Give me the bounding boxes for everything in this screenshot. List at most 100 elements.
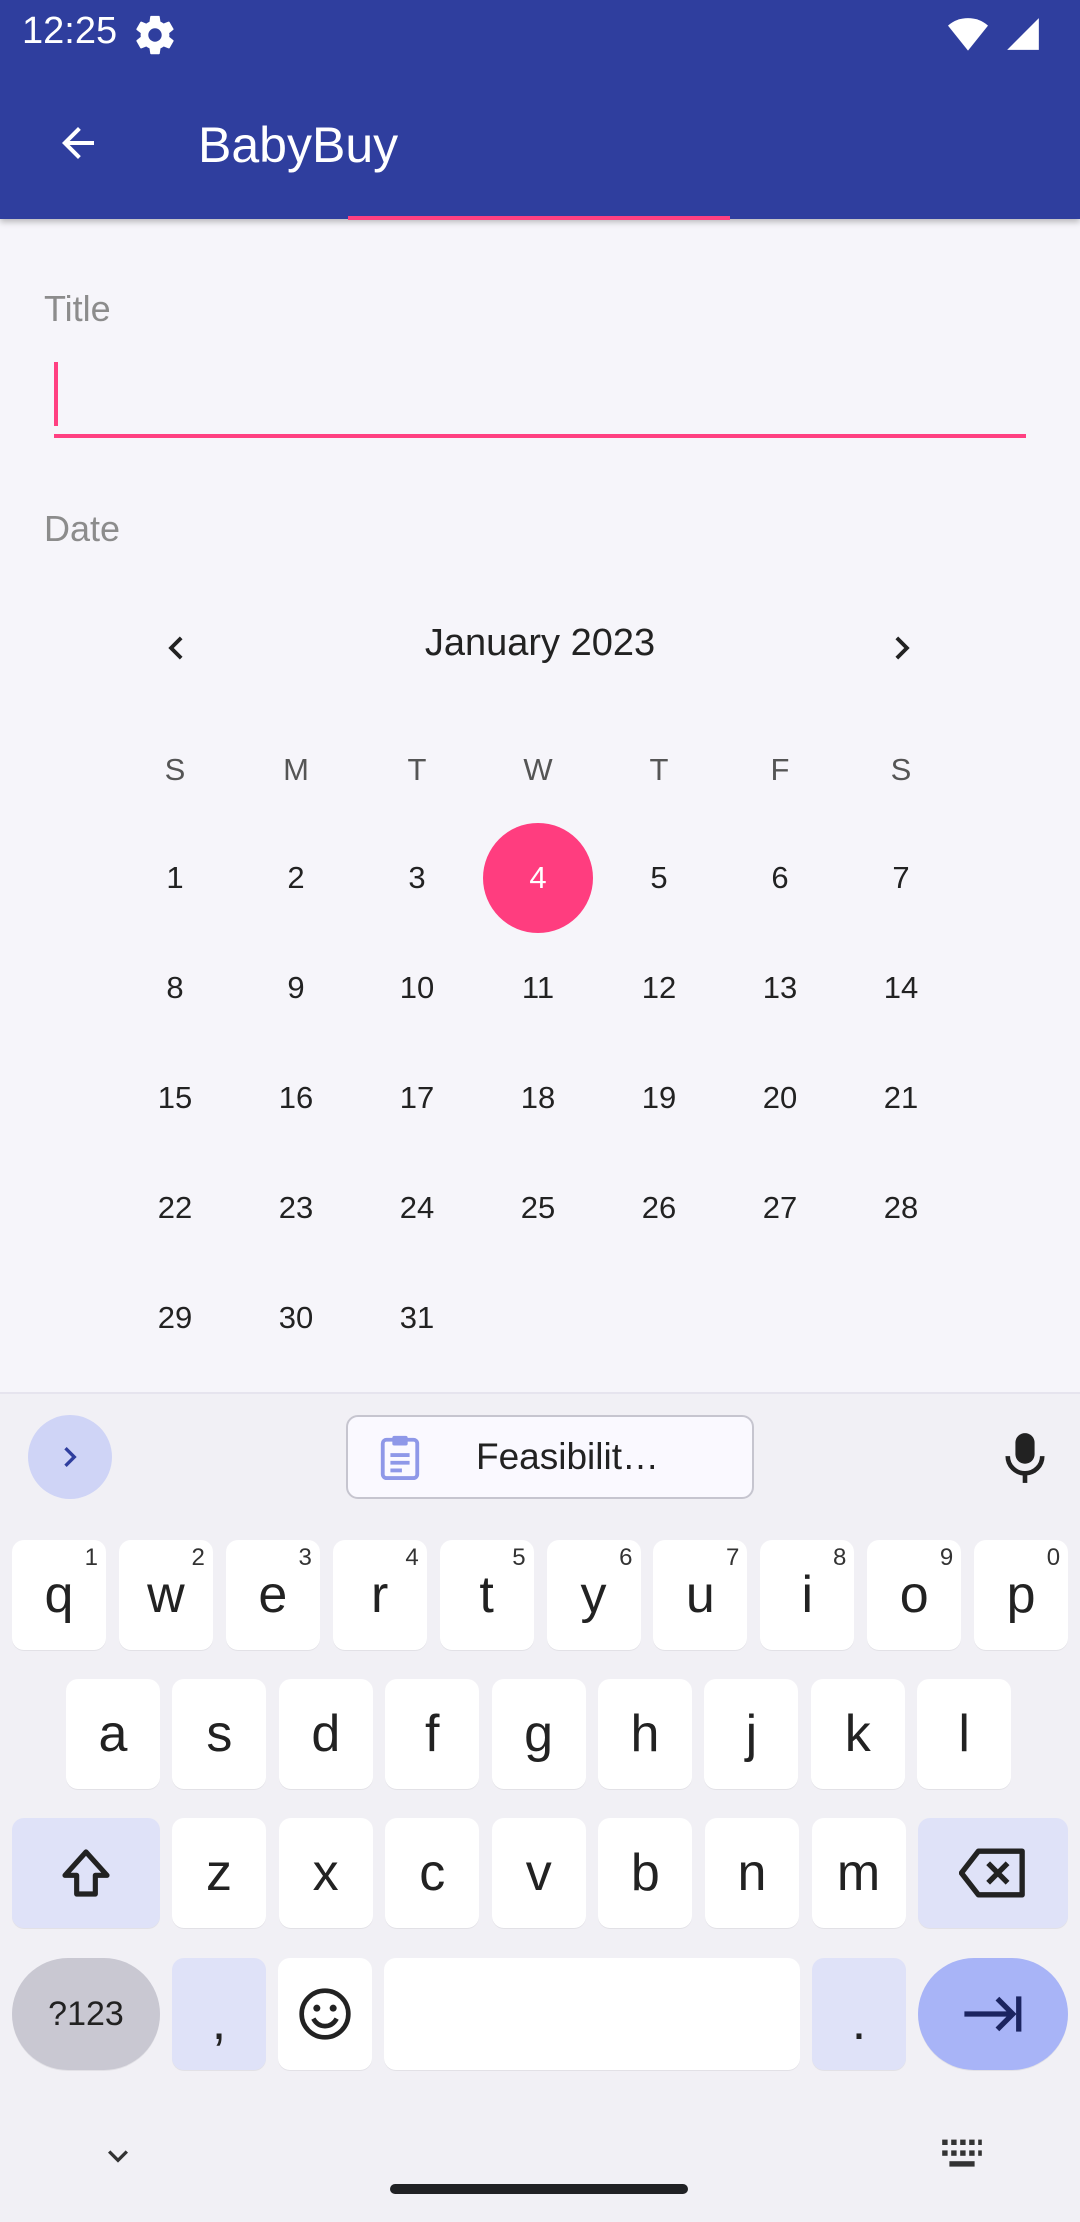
key-f[interactable]: f xyxy=(385,1679,480,1789)
calendar-day[interactable]: 23 xyxy=(241,1153,351,1263)
key-hint: 9 xyxy=(939,1544,954,1571)
period-key[interactable]: . xyxy=(812,1958,906,2070)
space-key[interactable] xyxy=(384,1958,800,2070)
key-z[interactable]: z xyxy=(172,1818,266,1928)
app-bar: 12:25 BabyBuy xyxy=(0,0,1080,219)
key-s[interactable]: s xyxy=(172,1679,267,1789)
arrow-back-icon xyxy=(62,127,94,159)
calendar-day[interactable]: 14 xyxy=(846,933,956,1043)
key-hint: 6 xyxy=(619,1544,633,1571)
calendar-day[interactable]: 21 xyxy=(846,1043,956,1153)
key-label: l xyxy=(958,1705,970,1763)
key-e[interactable]: e3 xyxy=(225,1540,320,1650)
switch-keyboard-button[interactable] xyxy=(940,2136,984,2172)
hide-keyboard-button[interactable] xyxy=(96,2136,140,2176)
calendar-day[interactable]: 22 xyxy=(120,1153,230,1263)
key-y[interactable]: y6 xyxy=(546,1540,641,1650)
calendar-day[interactable]: 16 xyxy=(241,1043,351,1153)
key-label: q xyxy=(44,1566,74,1624)
signal-icon xyxy=(1007,18,1039,50)
calendar-day[interactable]: 30 xyxy=(241,1263,351,1373)
calendar-day[interactable]: 2 xyxy=(241,823,351,933)
key-i[interactable]: i8 xyxy=(760,1540,855,1650)
chevron-left-icon xyxy=(168,636,183,660)
key-q[interactable]: q1 xyxy=(12,1540,106,1650)
date-label: Date xyxy=(44,508,121,549)
voice-input-button[interactable] xyxy=(990,1420,1060,1496)
clipboard-text: Feasibilit… xyxy=(476,1436,659,1477)
text-cursor xyxy=(54,362,58,426)
key-j[interactable]: j xyxy=(704,1679,799,1789)
weekday-label: S xyxy=(164,752,186,787)
calendar-day[interactable]: 24 xyxy=(362,1153,472,1263)
calendar-day[interactable]: 1 xyxy=(120,823,230,933)
key-v[interactable]: v xyxy=(491,1818,586,1928)
key-label: m xyxy=(836,1844,881,1902)
calendar-day[interactable]: 6 xyxy=(725,823,835,933)
calendar-day[interactable]: 11 xyxy=(483,933,593,1043)
key-label: i xyxy=(801,1566,814,1624)
calendar-day[interactable]: 17 xyxy=(362,1043,472,1153)
calendar-day[interactable]: 19 xyxy=(604,1043,714,1153)
key-label: p xyxy=(1006,1566,1036,1624)
key-hint: 3 xyxy=(298,1544,312,1571)
key-b[interactable]: b xyxy=(598,1818,693,1928)
enter-key[interactable] xyxy=(918,1958,1068,2070)
next-month-button[interactable] xyxy=(872,622,932,674)
key-label: f xyxy=(424,1705,440,1763)
gesture-home-bar[interactable] xyxy=(390,2184,688,2194)
previous-month-button[interactable] xyxy=(146,622,206,674)
backspace-key[interactable] xyxy=(918,1818,1068,1928)
calendar-day[interactable]: 27 xyxy=(725,1153,835,1263)
enter-icon xyxy=(964,1996,1022,2032)
key-u[interactable]: u7 xyxy=(653,1540,748,1650)
calendar-day[interactable]: 29 xyxy=(120,1263,230,1373)
key-o[interactable]: o9 xyxy=(867,1540,962,1650)
calendar-day[interactable]: 3 xyxy=(362,823,472,933)
key-label: h xyxy=(630,1705,660,1763)
key-w[interactable]: w2 xyxy=(118,1540,213,1650)
calendar-day[interactable]: 25 xyxy=(483,1153,593,1263)
calendar-day[interactable]: 26 xyxy=(604,1153,714,1263)
calendar-day[interactable]: 20 xyxy=(725,1043,835,1153)
calendar-day[interactable]: 28 xyxy=(846,1153,956,1263)
key-label: t xyxy=(479,1566,494,1624)
key-x[interactable]: x xyxy=(278,1818,373,1928)
emoji-key[interactable] xyxy=(278,1958,372,2070)
key-g[interactable]: g xyxy=(491,1679,586,1789)
key-c[interactable]: c xyxy=(385,1818,480,1928)
keyboard-toolbar-expand-button[interactable] xyxy=(28,1415,112,1499)
key-a[interactable]: a xyxy=(66,1679,160,1789)
symbols-key[interactable]: ?123 xyxy=(12,1958,160,2070)
calendar-day[interactable]: 15 xyxy=(120,1043,230,1153)
key-p[interactable]: p0 xyxy=(974,1540,1069,1650)
key-n[interactable]: n xyxy=(705,1818,799,1928)
emoji-icon xyxy=(299,1988,351,2040)
calendar-day-selected[interactable]: 4 xyxy=(483,823,593,933)
status-icons xyxy=(948,14,1042,54)
calendar-day[interactable]: 31 xyxy=(362,1263,472,1373)
calendar-day[interactable]: 10 xyxy=(362,933,472,1043)
calendar-day[interactable]: 5 xyxy=(604,823,714,933)
key-label: d xyxy=(311,1705,341,1763)
calendar-day[interactable]: 8 xyxy=(120,933,230,1043)
calendar-day[interactable]: 12 xyxy=(604,933,714,1043)
clipboard-suggestion-chip[interactable]: Feasibilit… xyxy=(346,1415,754,1499)
calendar-day[interactable]: 9 xyxy=(241,933,351,1043)
key-m[interactable]: m xyxy=(811,1818,906,1928)
calendar-day[interactable]: 18 xyxy=(483,1043,593,1153)
settings-gear-icon xyxy=(132,12,178,58)
key-h[interactable]: h xyxy=(598,1679,692,1789)
calendar-day[interactable]: 13 xyxy=(725,933,835,1043)
key-k[interactable]: k xyxy=(810,1679,905,1789)
key-r[interactable]: r4 xyxy=(332,1540,427,1650)
title-input[interactable] xyxy=(54,350,1026,438)
back-button[interactable] xyxy=(40,110,116,176)
key-t[interactable]: t5 xyxy=(439,1540,534,1650)
key-d[interactable]: d xyxy=(278,1679,373,1789)
comma-key[interactable]: , xyxy=(172,1958,266,2070)
key-l[interactable]: l xyxy=(917,1679,1012,1789)
key-hint: 0 xyxy=(1046,1544,1061,1571)
calendar-day[interactable]: 7 xyxy=(846,823,956,933)
shift-key[interactable] xyxy=(12,1818,160,1928)
